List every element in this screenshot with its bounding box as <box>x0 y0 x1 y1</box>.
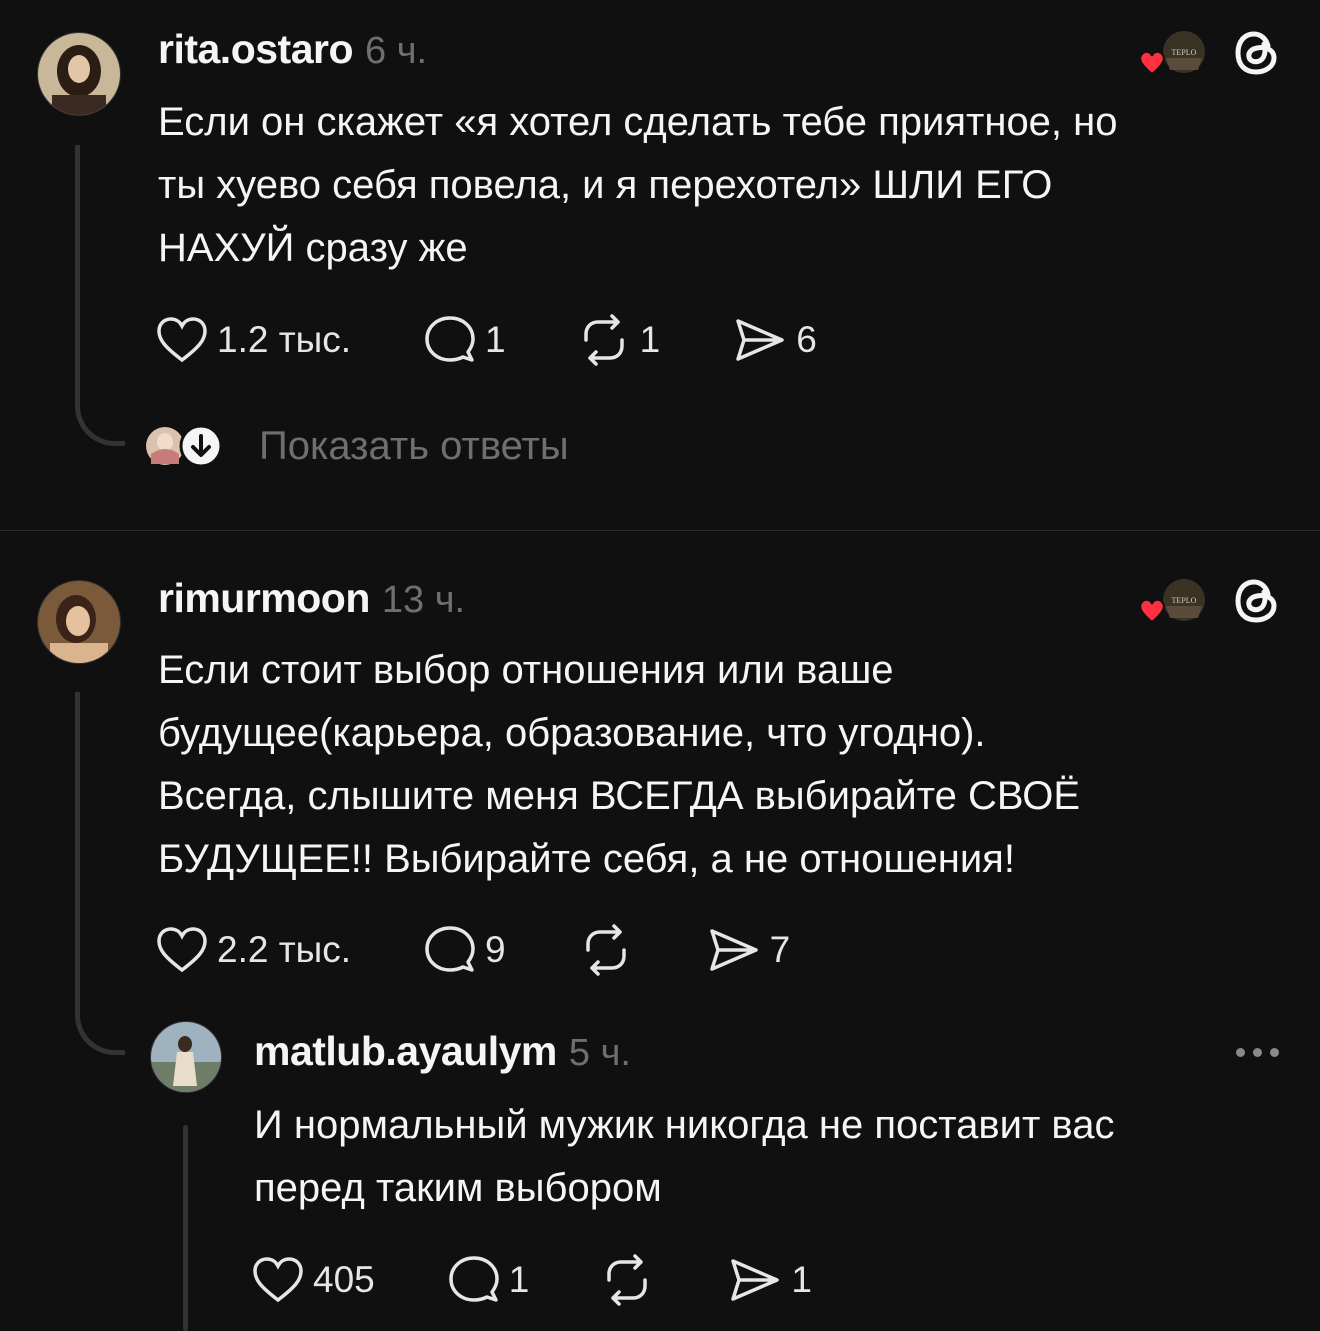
more-icon[interactable] <box>1236 1048 1279 1057</box>
like-button[interactable]: 1.2 тыс. <box>155 315 351 365</box>
comment-count: 1 <box>508 1259 530 1300</box>
heart-icon <box>157 317 207 363</box>
avatar-rimurmoon[interactable] <box>37 580 121 664</box>
repost-count: 1 <box>639 319 661 360</box>
avatar-rita-ostaro[interactable] <box>37 32 121 116</box>
comment-button[interactable]: 1 <box>447 1254 530 1306</box>
heart-icon <box>157 927 207 973</box>
comment-button[interactable]: 1 <box>423 314 506 366</box>
username[interactable]: matlub.ayaulym <box>254 1028 557 1075</box>
repost-icon <box>607 1254 648 1306</box>
heart-icon <box>253 1257 303 1303</box>
share-icon <box>709 929 758 971</box>
reply-text: И нормальный мужик никогда не поставит в… <box>254 1103 1115 1210</box>
share-icon <box>736 319 784 361</box>
post-time: 6 ч. <box>365 30 428 72</box>
repost-button[interactable] <box>599 1254 655 1306</box>
post-divider <box>0 530 1320 531</box>
like-count: 405 <box>313 1259 375 1300</box>
avatar-matlub-ayaulym[interactable] <box>150 1021 222 1093</box>
badge-label: TEPLO <box>1172 48 1197 57</box>
liked-by-badge[interactable]: TEPLO <box>1136 28 1208 78</box>
liked-by-badge[interactable]: TEPLO <box>1136 576 1208 626</box>
replier-avatars[interactable] <box>143 424 225 468</box>
comment-button[interactable]: 9 <box>423 924 506 976</box>
comment-count: 1 <box>485 319 506 360</box>
share-count: 1 <box>791 1259 812 1300</box>
post-time: 13 ч. <box>381 579 466 621</box>
username[interactable]: rimurmoon <box>158 575 370 622</box>
show-replies-link[interactable]: Показать ответы <box>259 424 569 469</box>
comment-icon <box>425 926 475 972</box>
like-count: 1.2 тыс. <box>217 319 352 360</box>
thread-line <box>75 145 125 446</box>
share-count: 6 <box>796 319 817 360</box>
threads-logo-icon[interactable] <box>1230 26 1284 80</box>
like-button[interactable]: 405 <box>251 1255 375 1305</box>
post-time: 5 ч. <box>568 1032 631 1074</box>
repost-icon <box>585 924 626 976</box>
share-icon <box>731 1259 780 1301</box>
share-button[interactable]: 1 <box>727 1255 812 1305</box>
repost-icon <box>583 314 624 366</box>
share-button[interactable]: 7 <box>706 925 791 975</box>
threads-logo-icon[interactable] <box>1230 574 1284 628</box>
thread-line <box>75 692 125 1055</box>
repost-button[interactable]: 1 <box>576 314 661 366</box>
post-text: Если он скажет «я хотел сделать тебе при… <box>158 100 1118 270</box>
post-text: Если стоит выбор отношения или ваше буду… <box>158 648 1081 881</box>
username[interactable]: rita.ostaro <box>158 26 354 73</box>
share-button[interactable]: 6 <box>732 315 817 365</box>
comment-icon <box>448 1256 499 1302</box>
like-count: 2.2 тыс. <box>217 929 352 970</box>
comment-count: 9 <box>485 929 506 970</box>
badge-label: TEPLO <box>1172 596 1197 605</box>
share-count: 7 <box>769 929 791 970</box>
comment-icon <box>425 316 475 362</box>
reply-thread-line <box>183 1125 188 1331</box>
repost-button[interactable] <box>578 924 634 976</box>
like-button[interactable]: 2.2 тыс. <box>155 925 351 975</box>
